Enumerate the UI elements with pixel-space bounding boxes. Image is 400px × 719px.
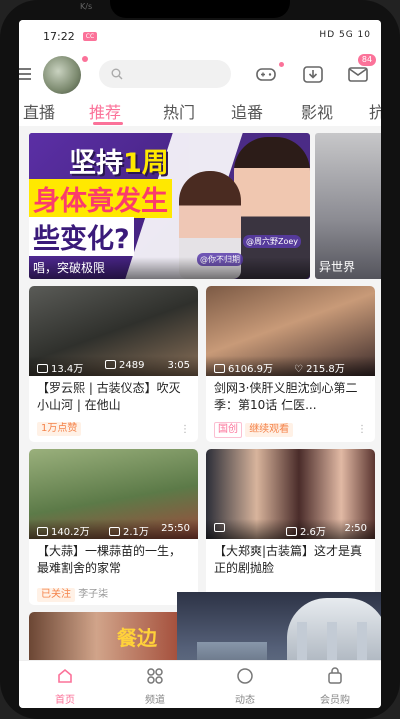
video-card[interactable]: 2.6万 2:50 【大郑爽|古装篇】这才是真正的剧抛脸 <box>206 449 375 605</box>
home-icon <box>58 668 72 683</box>
danmaku-icon <box>105 360 116 369</box>
video-title: 【罗云熙 | 古装仪态】吹灭小山河 | 在他山 <box>37 381 181 412</box>
thumbnail-text: 餐边 <box>117 626 157 650</box>
video-title: 【大蒜】一棵蒜苗的一生，最难割舍的家常 <box>37 544 182 575</box>
nav-shop[interactable]: 会员购 <box>299 661 371 708</box>
app-notification-badge: CC <box>83 32 97 41</box>
app-screen: 17:22 CC HD 5G 10 84 直播 推荐 热门 追番 影视 抗 坚持… <box>19 20 381 708</box>
bottom-navigation: 首页 频道 动态 会员购 <box>19 660 381 708</box>
nav-activity[interactable]: 动态 <box>209 661 281 708</box>
camera-notch <box>110 0 290 18</box>
avatar-notification-dot <box>82 56 88 62</box>
status-bar: 17:22 CC HD 5G 10 <box>19 20 381 54</box>
video-card[interactable]: 140.2万 2.1万 25:50 【大蒜】一棵蒜苗的一生，最难割舍的家常 已关… <box>29 449 198 605</box>
video-stats: 13.4万 2489 3:05 <box>29 356 198 376</box>
video-stats: 140.2万 2.1万 25:50 <box>29 519 198 539</box>
app-header: 84 <box>19 54 381 98</box>
uploader-name: 李子柒 <box>78 589 109 600</box>
banner-tag: @周六野Zoey <box>243 235 302 248</box>
activity-icon <box>237 668 253 684</box>
banner-carousel[interactable]: 坚持1周 身体竟发生 些变化? @周六野Zoey @你不归期 唱，突破极限 <box>29 133 310 279</box>
mail-icon[interactable] <box>347 64 369 84</box>
followed-tag: 已关注 <box>37 588 75 602</box>
video-stats: 6106.9万 ♡ 215.8万 <box>206 356 375 376</box>
status-time: 17:22 <box>43 30 75 43</box>
search-input[interactable] <box>99 60 231 88</box>
nav-home[interactable]: 首页 <box>29 661 101 708</box>
banner-next-caption: 异世界 <box>319 260 356 274</box>
tab-partial[interactable]: 抗 <box>369 99 381 123</box>
play-count-icon <box>37 527 48 536</box>
video-stats: 2.6万 2:50 <box>206 519 375 539</box>
more-options-icon[interactable]: ⋮ <box>357 424 367 435</box>
status-indicators: HD 5G 10 <box>319 30 371 40</box>
tab-recommend[interactable]: 推荐 <box>89 99 121 123</box>
follow-count-icon: ♡ <box>294 364 307 375</box>
like-tag: 1万点赞 <box>37 422 82 436</box>
video-title: 剑网3·侠肝义胆沈剑心第二季：第10话 仁医... <box>214 381 358 412</box>
nav-channels[interactable]: 频道 <box>119 661 191 708</box>
tab-live[interactable]: 直播 <box>23 99 55 123</box>
video-card[interactable]: 6106.9万 ♡ 215.8万 剑网3·侠肝义胆沈剑心第二季：第10话 仁医.… <box>206 286 375 442</box>
tab-anime[interactable]: 追番 <box>231 99 263 123</box>
banner-headline-1: 坚持1周 <box>69 148 169 179</box>
message-count-badge: 84 <box>358 54 376 66</box>
banner-headline-3: 些变化? <box>29 217 134 256</box>
category-tabs: 直播 推荐 热门 追番 影视 抗 <box>19 98 381 126</box>
continue-watching-tag: 继续观看 <box>245 423 294 437</box>
shopping-bag-icon <box>328 667 342 684</box>
play-count-icon <box>214 364 225 373</box>
gamepad-notification-dot <box>279 62 284 67</box>
channels-icon <box>147 668 163 684</box>
avatar[interactable] <box>43 56 81 94</box>
banner-headline-2: 身体竟发生 <box>29 179 172 218</box>
download-icon[interactable] <box>302 64 324 84</box>
play-count-icon <box>214 523 225 532</box>
phone-frame: K/s 17:22 CC HD 5G 10 84 直播 推荐 热门 追番 影视 … <box>0 0 400 719</box>
banner-next-slide[interactable]: 异世界 <box>315 133 381 279</box>
tab-movies[interactable]: 影视 <box>301 99 333 123</box>
danmaku-icon <box>109 527 120 536</box>
danmaku-icon <box>286 527 297 536</box>
gamepad-icon[interactable] <box>255 64 277 84</box>
play-count-icon <box>37 364 48 373</box>
active-tab-indicator <box>93 122 123 125</box>
banner-caption: 唱，突破极限 <box>29 257 310 279</box>
tab-hot[interactable]: 热门 <box>163 99 195 123</box>
search-icon <box>111 68 123 80</box>
menu-icon[interactable] <box>19 68 31 82</box>
more-options-icon[interactable]: ⋮ <box>180 424 190 435</box>
video-title: 【大郑爽|古装篇】这才是真正的剧抛脸 <box>214 544 363 575</box>
video-card[interactable]: 13.4万 2489 3:05 【罗云熙 | 古装仪态】吹灭小山河 | 在他山 … <box>29 286 198 442</box>
category-tag: 国创 <box>214 422 242 438</box>
